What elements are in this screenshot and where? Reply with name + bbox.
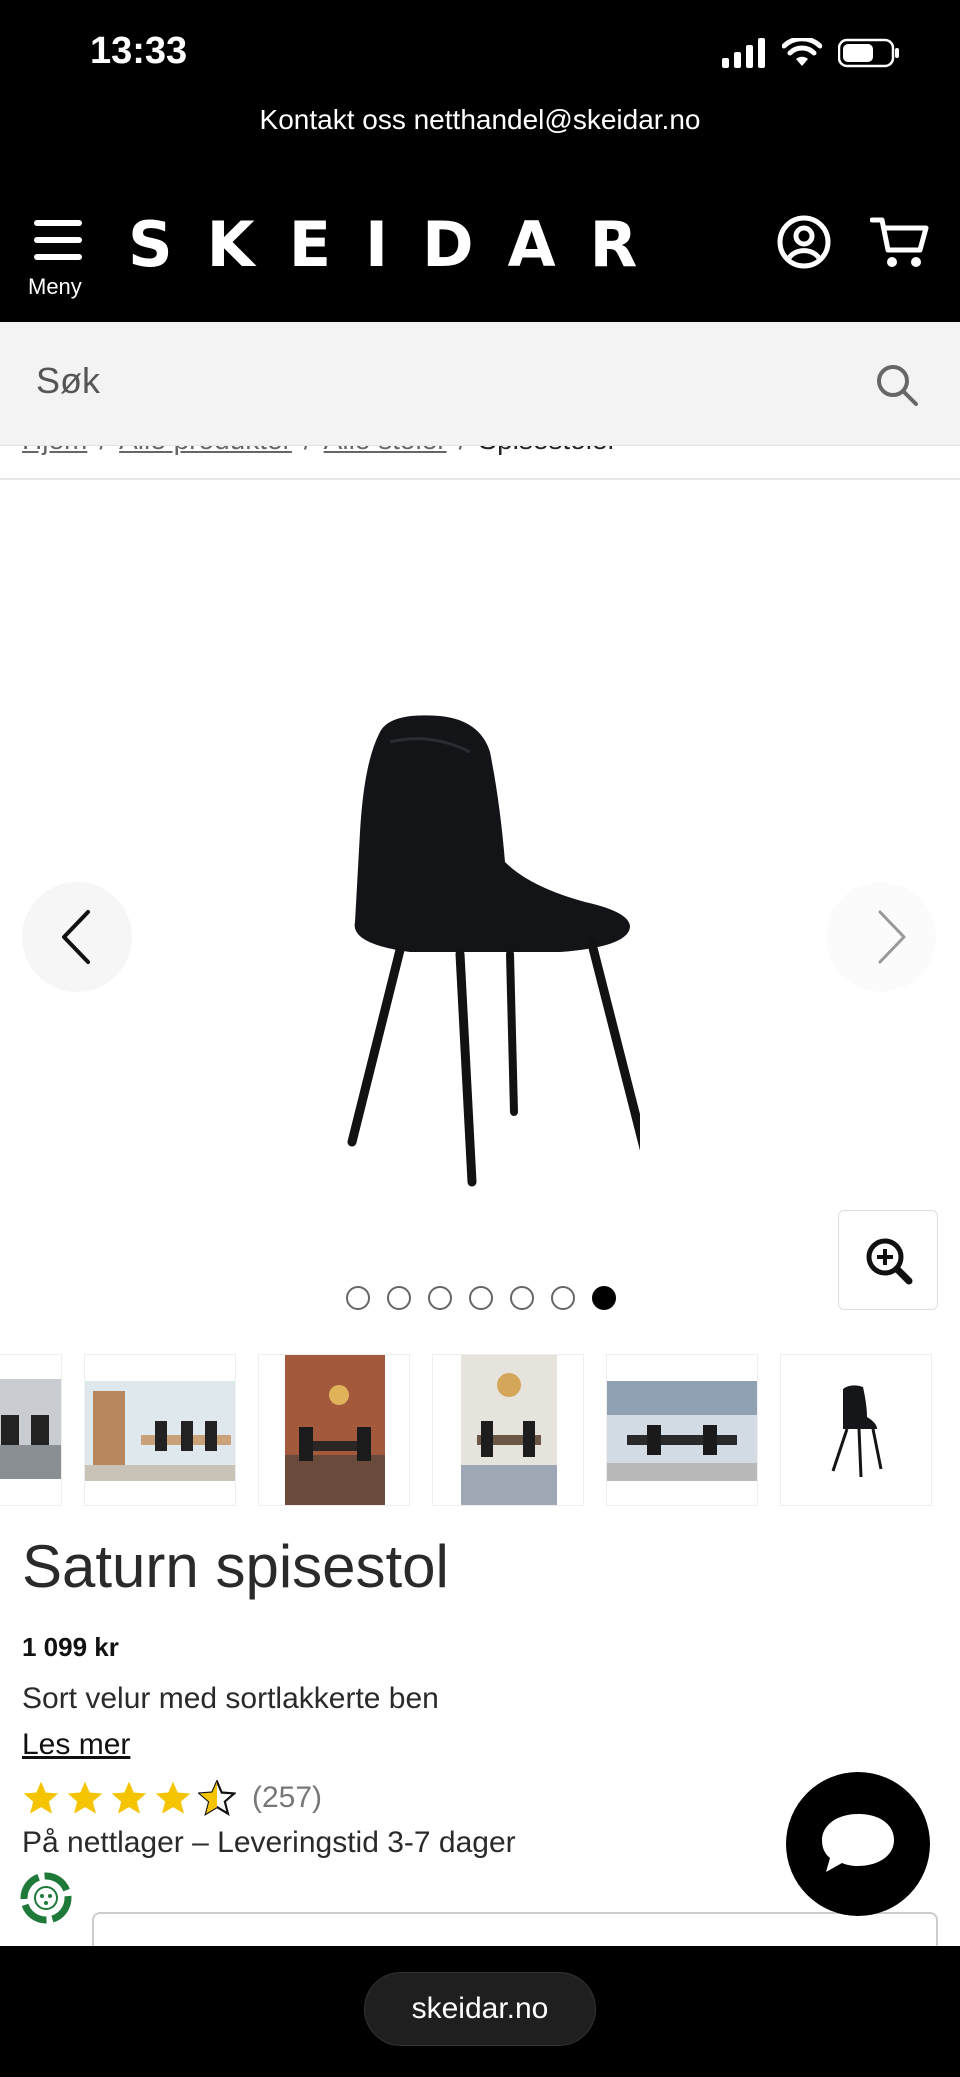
gallery-next-button[interactable] [826, 882, 936, 992]
wifi-icon [782, 38, 822, 66]
url-bar[interactable]: skeidar.no [364, 1972, 596, 2046]
breadcrumb-current: Spisestoler [478, 446, 617, 456]
zoom-in-icon [866, 1238, 913, 1285]
thumbnail[interactable] [606, 1354, 758, 1506]
contact-banner[interactable]: Kontakt oss netthandel@skeidar.no [0, 104, 960, 136]
chevron-right-icon [878, 910, 906, 964]
breadcrumb: Hjem / Alle produkter / Alle stoler / Sp… [0, 446, 960, 480]
stock-status: På nettlager – Leveringstid 3-7 dager [22, 1826, 516, 1859]
thumbnail[interactable] [258, 1354, 410, 1506]
thumbnail[interactable] [84, 1354, 236, 1506]
browser-bottom-bar: skeidar.no [0, 1946, 960, 2077]
chat-button[interactable] [786, 1772, 930, 1916]
breadcrumb-all-products[interactable]: Alle produkter [119, 446, 292, 456]
product-image [347, 715, 640, 1187]
product-title: Saturn spisestol [22, 1533, 449, 1600]
signal-icon [722, 38, 765, 68]
status-icons [722, 38, 900, 68]
menu-button[interactable]: Meny [28, 218, 88, 299]
battery-icon [838, 38, 899, 68]
account-button[interactable] [776, 214, 836, 274]
chevron-left-icon [62, 910, 90, 964]
site-logo[interactable]: SKEIDAR [128, 208, 671, 281]
star-icon [111, 1781, 147, 1814]
eco-badge[interactable] [14, 1866, 78, 1930]
breadcrumb-separator: / [459, 446, 467, 456]
user-icon [777, 215, 831, 269]
breadcrumb-all-chairs[interactable]: Alle stoler [324, 446, 447, 456]
half-star-icon [198, 1780, 236, 1816]
star-icon [23, 1781, 59, 1814]
hamburger-icon [34, 220, 82, 260]
search-bar [0, 322, 960, 446]
gallery-dot-active[interactable] [592, 1286, 616, 1310]
breadcrumb-separator: / [99, 446, 107, 456]
thumbnail[interactable] [0, 1354, 62, 1506]
gallery-dot[interactable] [469, 1286, 493, 1310]
product-gallery[interactable] [0, 482, 960, 1322]
gallery-dot[interactable] [387, 1286, 411, 1310]
chat-icon [822, 1814, 894, 1872]
product-description: Sort velur med sortlakkerte ben [22, 1682, 439, 1715]
breadcrumb-separator: / [304, 446, 312, 456]
product-price: 1 099 kr [22, 1632, 119, 1662]
thumbnail-active[interactable] [780, 1354, 932, 1506]
status-time: 13:33 [90, 30, 188, 72]
product-rating[interactable]: (257) [22, 1780, 322, 1816]
gallery-pagination [346, 1286, 616, 1310]
star-icon [155, 1781, 191, 1814]
menu-label: Meny [28, 274, 82, 299]
thumbnail-strip [0, 1354, 960, 1508]
review-count[interactable]: (257) [252, 1781, 322, 1815]
cart-icon [869, 217, 929, 267]
thumbnail[interactable] [432, 1354, 584, 1506]
gallery-prev-button[interactable] [22, 882, 132, 992]
zoom-button[interactable] [838, 1210, 938, 1310]
recycle-icon [20, 1872, 72, 1924]
read-more-link[interactable]: Les mer [22, 1728, 130, 1762]
cart-button[interactable] [869, 214, 930, 274]
site-header: 13:33 Kontakt oss netthandel@skeidar.no … [0, 0, 960, 322]
search-icon [877, 365, 918, 406]
gallery-dot[interactable] [346, 1286, 370, 1310]
gallery-dot[interactable] [510, 1286, 534, 1310]
star-icon [67, 1781, 103, 1814]
search-button[interactable] [874, 362, 920, 408]
search-input[interactable] [36, 360, 836, 402]
gallery-dot[interactable] [428, 1286, 452, 1310]
gallery-dot[interactable] [551, 1286, 575, 1310]
breadcrumb-home[interactable]: Hjem [22, 446, 87, 456]
